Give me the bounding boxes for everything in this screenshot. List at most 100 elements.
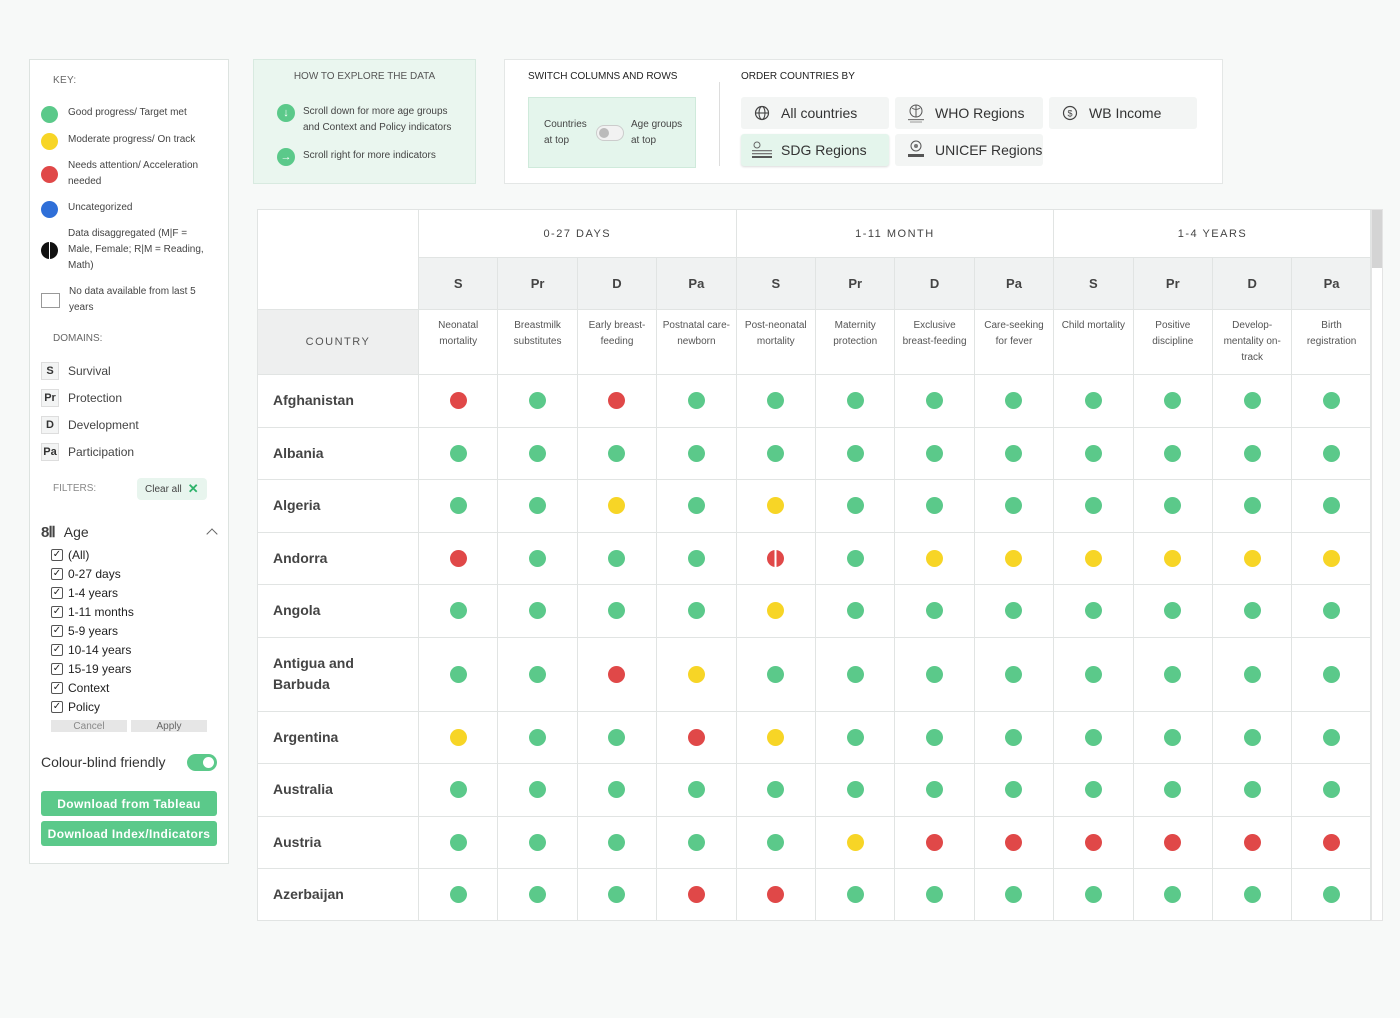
status-cell[interactable] <box>418 764 497 816</box>
country-name[interactable]: Antigua and Barbuda <box>273 638 413 711</box>
checkbox-checked-icon[interactable]: ✓ <box>51 662 63 675</box>
status-cell[interactable] <box>1053 764 1132 816</box>
indicator-column-header[interactable]: Exclusive breast-feeding <box>894 309 974 374</box>
country-name[interactable]: Azerbaijan <box>273 869 413 920</box>
status-cell[interactable] <box>497 532 576 584</box>
status-cell[interactable] <box>894 375 973 427</box>
status-cell[interactable] <box>1291 532 1370 584</box>
order-who-regions-button[interactable]: WHO Regions <box>895 97 1043 129</box>
status-cell[interactable] <box>894 711 973 763</box>
status-cell[interactable] <box>1132 585 1212 637</box>
status-cell[interactable] <box>1212 869 1291 920</box>
status-cell[interactable] <box>418 816 497 868</box>
status-cell[interactable] <box>1291 427 1370 479</box>
status-cell[interactable] <box>1212 480 1291 532</box>
status-cell[interactable] <box>973 532 1053 584</box>
checkbox-checked-icon[interactable]: ✓ <box>51 548 63 561</box>
status-cell[interactable] <box>1291 711 1370 763</box>
status-cell[interactable] <box>894 532 973 584</box>
status-cell[interactable] <box>1212 764 1291 816</box>
age-option-1-4-years[interactable]: ✓ 1-4 years <box>51 583 134 602</box>
status-cell[interactable] <box>1212 375 1291 427</box>
status-cell[interactable] <box>815 816 894 868</box>
status-cell[interactable] <box>656 585 735 637</box>
indicator-column-header[interactable]: Birth registration <box>1291 309 1370 374</box>
age-option-10-14-years[interactable]: ✓ 10-14 years <box>51 640 134 659</box>
status-cell[interactable] <box>1132 480 1212 532</box>
status-cell[interactable] <box>418 585 497 637</box>
status-cell[interactable] <box>497 427 576 479</box>
status-cell[interactable] <box>497 637 576 711</box>
checkbox-checked-icon[interactable]: ✓ <box>51 624 63 637</box>
status-cell[interactable] <box>656 532 735 584</box>
status-cell[interactable] <box>1212 585 1291 637</box>
status-cell[interactable] <box>576 585 656 637</box>
indicator-column-header[interactable]: Post-neonatal mortality <box>735 309 815 374</box>
status-cell[interactable] <box>418 637 497 711</box>
status-cell[interactable] <box>1212 532 1291 584</box>
age-option-policy[interactable]: ✓ Policy <box>51 697 134 716</box>
checkbox-checked-icon[interactable]: ✓ <box>51 586 63 599</box>
status-cell[interactable] <box>576 427 656 479</box>
checkbox-checked-icon[interactable]: ✓ <box>51 700 63 713</box>
status-cell[interactable] <box>1132 375 1212 427</box>
status-cell[interactable] <box>735 480 815 532</box>
status-cell[interactable] <box>1291 480 1370 532</box>
status-cell[interactable] <box>656 711 735 763</box>
status-cell[interactable] <box>1053 585 1132 637</box>
status-cell[interactable] <box>735 869 815 920</box>
indicator-column-header[interactable]: Maternity protection <box>815 309 895 374</box>
status-cell[interactable] <box>1291 816 1370 868</box>
status-cell[interactable] <box>1291 375 1370 427</box>
status-cell[interactable] <box>815 585 894 637</box>
status-cell[interactable] <box>656 427 735 479</box>
download-index-button[interactable]: Download Index/Indicators <box>41 821 217 846</box>
checkbox-checked-icon[interactable]: ✓ <box>51 643 63 656</box>
status-cell[interactable] <box>894 869 973 920</box>
status-cell[interactable] <box>735 764 815 816</box>
status-cell[interactable] <box>418 711 497 763</box>
country-name[interactable]: Argentina <box>273 712 413 764</box>
status-cell[interactable] <box>735 532 815 584</box>
country-name[interactable]: Algeria <box>273 480 413 532</box>
status-cell[interactable] <box>815 532 894 584</box>
indicator-column-header[interactable]: Care-seeking for fever <box>973 309 1054 374</box>
status-cell[interactable] <box>576 764 656 816</box>
status-cell[interactable] <box>1132 816 1212 868</box>
status-cell[interactable] <box>894 427 973 479</box>
status-cell[interactable] <box>1053 637 1132 711</box>
colour-blind-toggle[interactable] <box>187 754 217 771</box>
status-cell[interactable] <box>815 480 894 532</box>
age-option-15-19-years[interactable]: ✓ 15-19 years <box>51 659 134 678</box>
status-cell[interactable] <box>894 637 973 711</box>
status-cell[interactable] <box>894 764 973 816</box>
indicator-column-header[interactable]: Positive discipline <box>1132 309 1212 374</box>
status-cell[interactable] <box>894 816 973 868</box>
order-unicef-regions-button[interactable]: UNICEF Regions <box>895 134 1043 166</box>
status-cell[interactable] <box>973 427 1053 479</box>
status-cell[interactable] <box>418 480 497 532</box>
status-cell[interactable] <box>815 764 894 816</box>
status-cell[interactable] <box>656 480 735 532</box>
status-cell[interactable] <box>1132 637 1212 711</box>
country-name[interactable]: Andorra <box>273 533 413 585</box>
indicator-column-header[interactable]: Breastmilk substitutes <box>497 309 577 374</box>
age-option-5-9-years[interactable]: ✓ 5-9 years <box>51 621 134 640</box>
status-cell[interactable] <box>656 637 735 711</box>
status-cell[interactable] <box>1053 427 1132 479</box>
country-name[interactable]: Afghanistan <box>273 375 413 427</box>
clear-all-button[interactable]: Clear all ✕ <box>137 478 207 500</box>
status-cell[interactable] <box>418 532 497 584</box>
status-cell[interactable] <box>418 869 497 920</box>
status-cell[interactable] <box>497 869 576 920</box>
status-cell[interactable] <box>497 480 576 532</box>
status-cell[interactable] <box>497 375 576 427</box>
order-all-countries-button[interactable]: All countries <box>741 97 889 129</box>
scrollbar-thumb[interactable] <box>1372 210 1382 268</box>
status-cell[interactable] <box>973 869 1053 920</box>
status-cell[interactable] <box>418 375 497 427</box>
status-cell[interactable] <box>894 585 973 637</box>
switch-columns-rows-toggle[interactable] <box>596 125 624 141</box>
status-cell[interactable] <box>1053 375 1132 427</box>
country-name[interactable]: Australia <box>273 764 413 816</box>
